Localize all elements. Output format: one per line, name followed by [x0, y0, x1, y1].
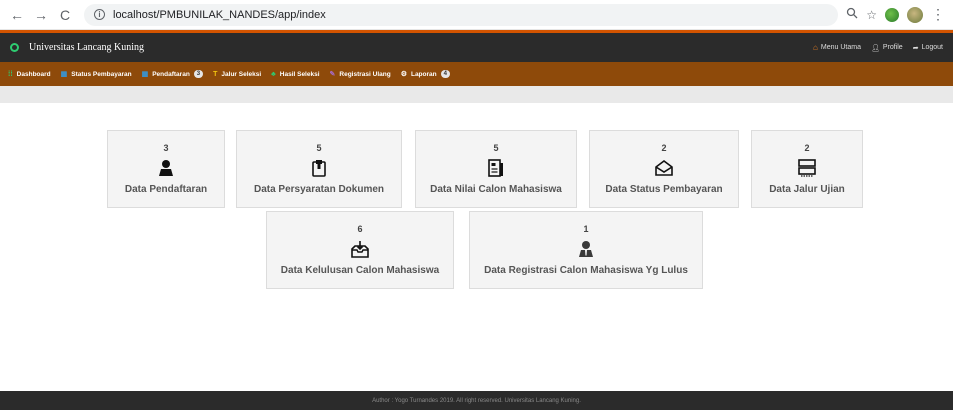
menu-item-registrasi-ulang[interactable]: ✎ Registrasi Ulang — [329, 70, 391, 79]
profile-link[interactable]: 👤︎ Profile — [871, 43, 903, 52]
star-icon[interactable]: ☆ — [866, 8, 877, 22]
user-icon: 👤︎ — [870, 44, 880, 52]
main-menu: ⁞⁞ Dashboard ▦ Status Pembayaran ▦ Penda… — [0, 62, 953, 86]
card-data-jalur-ujian[interactable]: 2 Data Jalur Ujian — [751, 130, 863, 208]
card-title: Data Pendaftaran — [124, 184, 208, 195]
menu-utama-label: Menu Utama — [820, 44, 861, 51]
card-count: 2 — [661, 143, 667, 153]
menu-kebab-icon[interactable]: ⋮ — [931, 6, 945, 23]
logout-link[interactable]: ➦ Logout — [913, 43, 943, 52]
menu-item-hasil-seleksi[interactable]: ♣ Hasil Seleksi — [271, 71, 319, 78]
share-icon: ➦ — [912, 44, 919, 52]
card-data-persyaratan-dokumen[interactable]: 5 Data Persyaratan Dokumen — [236, 130, 402, 208]
card-count: 3 — [163, 143, 169, 153]
table-icon: ▦ — [60, 71, 68, 78]
card-title: Data Nilai Calon Mahasiswa — [430, 184, 562, 195]
card-data-status-pembayaran[interactable]: 2 Data Status Pembayaran — [589, 130, 739, 208]
app-header: Universitas Lancang Kuning ⌂ Menu Utama 👤… — [0, 30, 953, 62]
document-icon — [488, 158, 504, 178]
text-icon: T — [213, 70, 218, 78]
card-title: Data Persyaratan Dokumen — [253, 184, 385, 195]
footer-text: Author : Yogo Turnandes 2019. All right … — [372, 397, 581, 404]
home-icon: ⌂ — [813, 43, 818, 52]
trophy-icon: ♣ — [271, 70, 276, 78]
gear-icon: ⚙ — [400, 71, 407, 78]
forward-button[interactable]: → — [32, 6, 50, 24]
card-count: 5 — [316, 143, 322, 153]
menu-label: Status Pembayaran — [71, 70, 132, 78]
card-title: Data Jalur Ujian — [769, 184, 845, 195]
reload-button[interactable]: C — [56, 6, 74, 24]
card-data-nilai-calon-mahasiswa[interactable]: 5 Data Nilai Calon Mahasiswa — [415, 130, 577, 208]
user-icon — [158, 158, 174, 178]
zoom-icon[interactable] — [846, 7, 858, 22]
count-badge: 3 — [193, 70, 204, 78]
back-button[interactable]: ← — [8, 6, 26, 24]
grid-icon: ⁞⁞ — [8, 70, 13, 78]
menu-label: Dashboard — [16, 70, 51, 78]
table-icon: ▦ — [141, 71, 149, 78]
card-data-pendaftaran[interactable]: 3 Data Pendaftaran — [107, 130, 225, 208]
brand-title: Universitas Lancang Kuning — [29, 42, 144, 53]
card-data-registrasi-calon-mahasiswa-lulus[interactable]: 1 Data Registrasi Calon Mahasiswa Yg Lul… — [469, 211, 703, 289]
envelope-icon — [655, 158, 673, 178]
card-count: 1 — [583, 224, 589, 234]
page-footer: Author : Yogo Turnandes 2019. All right … — [0, 391, 953, 410]
info-icon[interactable]: i — [94, 9, 105, 20]
clipboard-icon — [312, 158, 326, 178]
card-title: Data Kelulusan Calon Mahasiswa — [280, 265, 440, 276]
menu-item-status-pembayaran[interactable]: ▦ Status Pembayaran — [60, 70, 132, 79]
user-tie-icon — [578, 239, 594, 259]
avatar[interactable] — [907, 6, 923, 23]
menu-utama-link[interactable]: ⌂ Menu Utama — [813, 43, 861, 52]
menu-label: Hasil Seleksi — [279, 70, 320, 78]
brand-logo-icon — [10, 43, 19, 52]
card-title: Data Status Pembayaran — [605, 184, 723, 195]
inbox-download-icon — [351, 239, 369, 259]
card-data-kelulusan-calon-mahasiswa[interactable]: 6 Data Kelulusan Calon Mahasiswa — [266, 211, 454, 289]
logout-label: Logout — [921, 44, 943, 51]
card-count: 2 — [804, 143, 810, 153]
menu-item-dashboard[interactable]: ⁞⁞ Dashboard — [8, 71, 51, 78]
card-count: 6 — [357, 224, 363, 234]
brand[interactable]: Universitas Lancang Kuning — [10, 42, 144, 53]
url-text: localhost/PMBUNILAK_NANDES/app/index — [113, 8, 326, 21]
menu-item-pendaftaran[interactable]: ▦ Pendaftaran 3 — [142, 70, 204, 78]
count-badge: 4 — [440, 70, 450, 78]
server-icon — [798, 158, 816, 178]
profile-label: Profile — [882, 44, 903, 51]
card-count: 5 — [493, 143, 499, 153]
address-bar[interactable]: i localhost/PMBUNILAK_NANDES/app/index — [84, 3, 839, 26]
menu-item-laporan[interactable]: ⚙ Laporan 4 — [401, 70, 450, 78]
menu-label: Jalur Seleksi — [221, 70, 262, 78]
pencil-icon: ✎ — [329, 71, 336, 78]
extension-icon[interactable] — [885, 7, 899, 22]
menu-label: Registrasi Ulang — [339, 70, 391, 78]
subheader-strip — [0, 86, 953, 103]
browser-toolbar: ← → C i localhost/PMBUNILAK_NANDES/app/i… — [0, 0, 953, 30]
card-title: Data Registrasi Calon Mahasiswa Yg Lulus — [484, 265, 688, 276]
menu-label: Pendaftaran — [152, 70, 190, 78]
menu-item-jalur-seleksi[interactable]: T Jalur Seleksi — [213, 71, 261, 78]
menu-label: Laporan — [410, 70, 437, 78]
